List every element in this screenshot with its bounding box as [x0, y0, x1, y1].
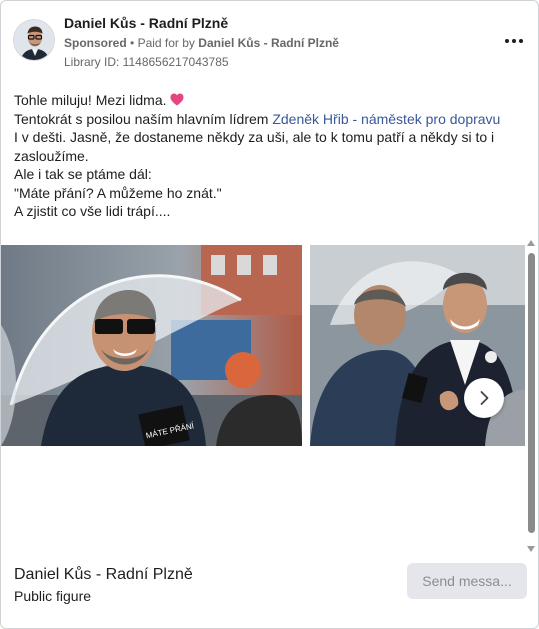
- body-line: I v dešti. Jasně, že dostaneme někdy za …: [14, 129, 495, 145]
- chevron-right-icon: [480, 391, 489, 405]
- scrollbar-thumb[interactable]: [528, 253, 535, 533]
- tagged-page-link[interactable]: Zdeněk Hřib - náměstek pro dopravu: [272, 111, 500, 127]
- body-line: Tohle miluju! Mezi lidma.: [14, 91, 514, 110]
- ad-header: Daniel Kůs - Radní Plzně Sponsored • Pai…: [13, 13, 526, 73]
- advertiser-avatar[interactable]: [13, 19, 55, 61]
- body-line: Ale i tak se ptáme dál:: [14, 166, 152, 182]
- more-options-icon[interactable]: [502, 31, 526, 51]
- advertiser-name[interactable]: Daniel Kůs - Radní Plzně: [64, 15, 228, 31]
- sponsored-label: Sponsored: [64, 36, 127, 50]
- body-line: Tentokrát s posilou naším hlavním lídrem…: [14, 110, 514, 129]
- send-message-button[interactable]: Send messa...: [407, 563, 527, 599]
- sponsored-line: Sponsored • Paid for by Daniel Kůs - Rad…: [64, 36, 339, 50]
- carousel-next-button[interactable]: [464, 378, 504, 418]
- ad-body-text: Tohle miluju! Mezi lidma. Tentokrát s po…: [14, 91, 514, 221]
- scroll-down-arrow[interactable]: [527, 546, 535, 552]
- body-line: A zjistit co vše lidi trápí....: [14, 203, 171, 219]
- footer-page-category: Public figure: [14, 588, 92, 604]
- body-line: "Máte přání? A můžeme ho znát.": [14, 184, 222, 201]
- body-line-text: Tohle miluju! Mezi lidma.: [14, 92, 167, 108]
- heart-icon: [170, 93, 183, 106]
- footer-page-name[interactable]: Daniel Kůs - Radní Plzně: [14, 566, 193, 584]
- paid-for-name: Daniel Kůs - Radní Plzně: [198, 36, 339, 50]
- carousel-image-1[interactable]: MÁTE PŘÁNÍ: [1, 245, 302, 446]
- ad-card: Daniel Kůs - Radní Plzně Sponsored • Pai…: [0, 0, 539, 629]
- body-line-text: Tentokrát s posilou naším hlavním lídrem: [14, 110, 269, 127]
- scroll-up-arrow[interactable]: [527, 240, 535, 246]
- image-carousel: MÁTE PŘÁNÍ: [1, 245, 525, 447]
- library-id: Library ID: 1148656217043785: [64, 55, 229, 69]
- paid-for-prefix: Paid for by: [137, 36, 195, 50]
- body-line: zasloužíme.: [14, 147, 89, 164]
- meta-separator: •: [130, 36, 135, 50]
